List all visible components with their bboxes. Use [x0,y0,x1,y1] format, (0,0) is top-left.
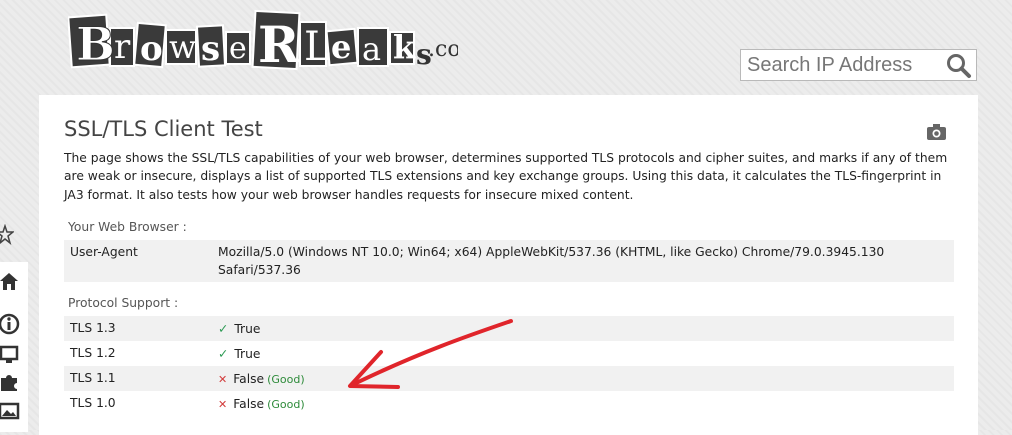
search-input[interactable] [741,50,941,80]
protocol-value: True [234,322,261,336]
protocol-name: TLS 1.0 [70,396,116,410]
search-icon[interactable] [946,53,972,79]
page-title: SSL/TLS Client Test [64,117,263,141]
site-logo[interactable]: B r o w s e R L e a k s .com [68,8,458,78]
svg-text:R: R [258,15,300,74]
sidebar-panel [0,262,28,432]
protocol-name: TLS 1.3 [70,321,116,335]
check-icon: ✓ [218,322,229,336]
check-icon: ✓ [218,347,229,361]
user-agent-value: Mozilla/5.0 (Windows NT 10.0; Win64; x64… [218,245,885,277]
svg-text:r: r [114,27,131,67]
protocol-row-tls11: TLS 1.1 ✕ False (Good) [64,366,954,391]
cross-icon: ✕ [218,398,228,411]
svg-text:s: s [201,29,220,69]
svg-text:L: L [304,24,331,70]
puzzle-icon[interactable] [0,371,20,393]
protocol-value: False [233,372,265,386]
home-icon[interactable] [0,270,20,292]
svg-text:k: k [393,28,416,66]
user-agent-key: User-Agent [70,245,138,259]
protocol-value: False [233,397,265,411]
svg-text:e: e [229,31,247,66]
image-icon[interactable] [0,400,20,422]
user-agent-row: User-Agent Mozilla/5.0 (Windows NT 10.0;… [64,240,954,282]
protocol-section-label: Protocol Support : [68,296,179,310]
svg-text:o: o [140,29,163,69]
browser-section-label: Your Web Browser : [68,220,187,234]
svg-text:e: e [331,28,351,66]
protocol-name: TLS 1.2 [70,346,116,360]
protocol-value: True [234,347,261,361]
page-description: The page shows the SSL/TLS capabilities … [64,151,948,202]
protocol-row-tls13: TLS 1.3 ✓ True [64,316,954,341]
svg-text:.com: .com [428,37,458,62]
protocol-row-tls12: TLS 1.2 ✓ True [64,341,954,366]
good-note: (Good) [267,398,305,411]
svg-text:w: w [169,28,196,66]
search-box[interactable] [740,49,977,81]
cross-icon: ✕ [218,373,228,386]
screen-icon[interactable] [0,343,20,365]
protocol-name: TLS 1.1 [70,371,116,385]
main-card: SSL/TLS Client Test The page shows the S… [39,95,978,435]
star-icon[interactable] [0,224,14,246]
info-icon[interactable] [0,313,20,335]
good-note: (Good) [267,373,305,386]
camera-icon[interactable] [926,123,947,141]
svg-text:B: B [76,17,115,71]
svg-text:a: a [362,30,381,68]
protocol-row-tls10: TLS 1.0 ✕ False (Good) [64,391,954,416]
